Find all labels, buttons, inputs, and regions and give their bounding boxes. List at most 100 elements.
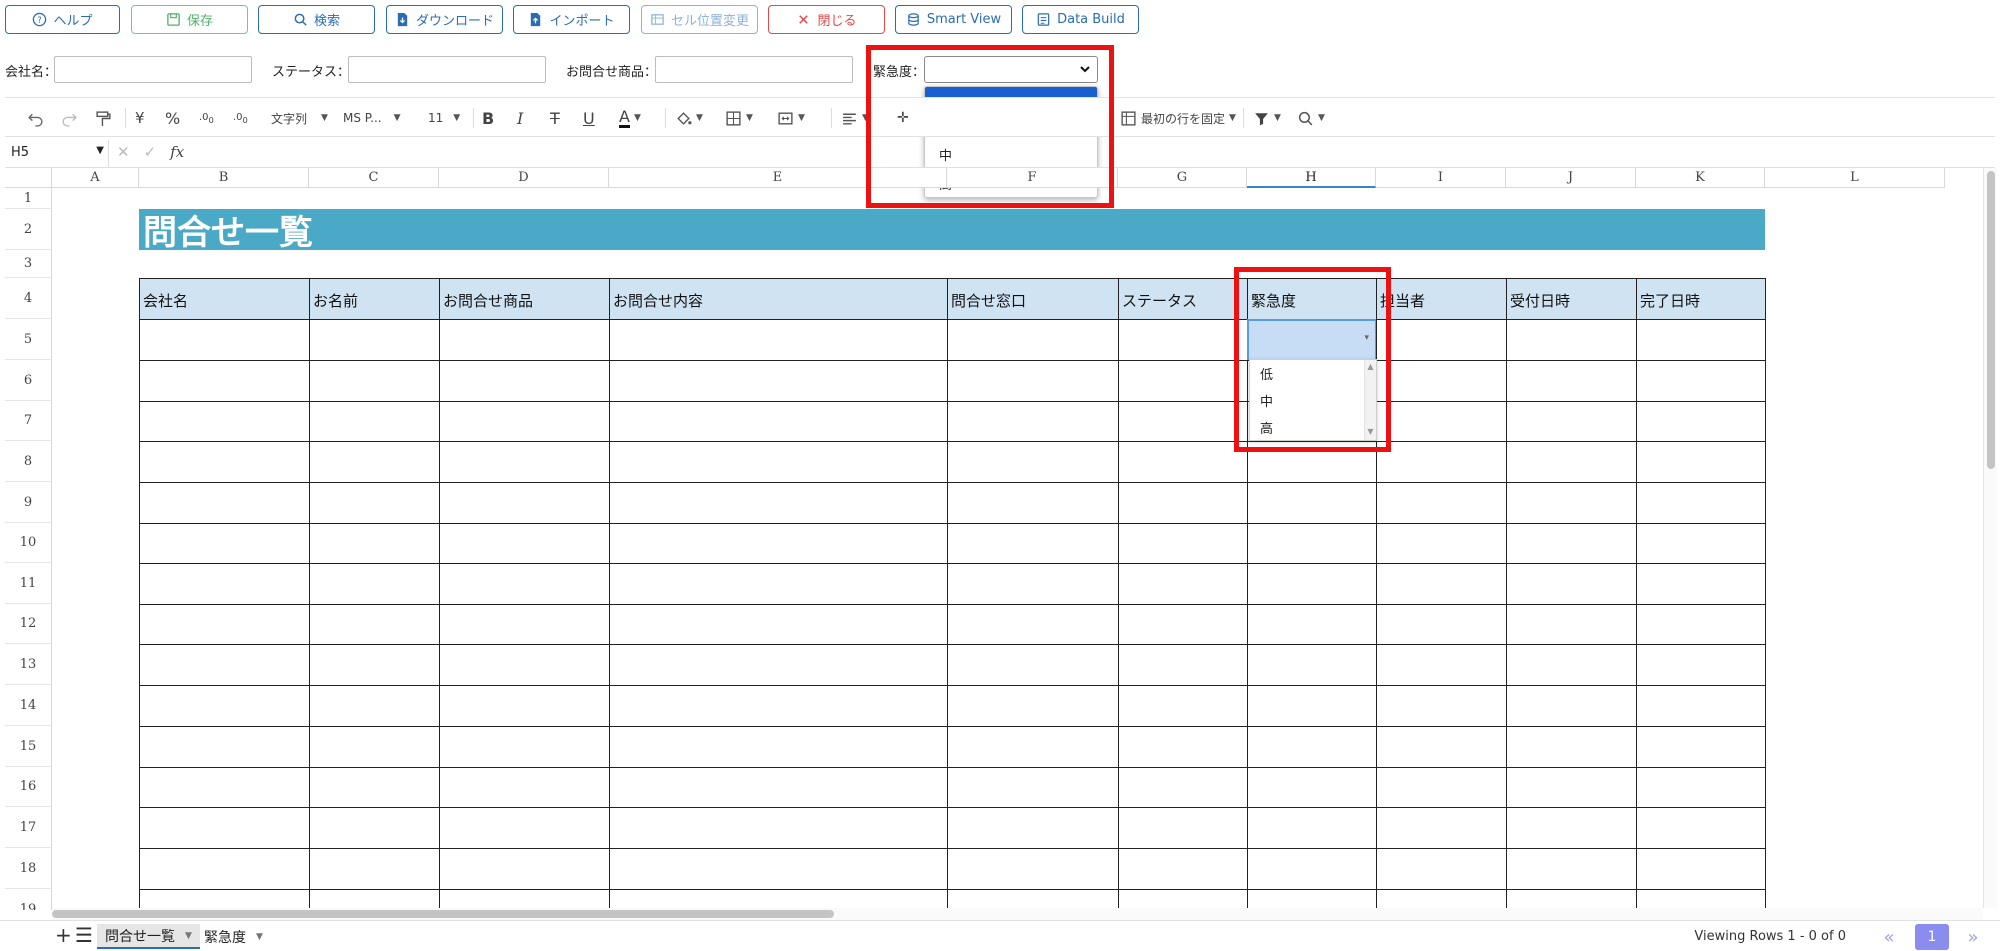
table-cell[interactable] (1376, 767, 1507, 808)
table-cell[interactable] (1118, 523, 1248, 564)
table-cell[interactable] (1376, 604, 1507, 645)
row-header-11[interactable]: 11 (5, 563, 52, 604)
table-cell[interactable] (139, 604, 310, 645)
table-cell[interactable] (1506, 726, 1637, 768)
percent-button[interactable]: % (165, 107, 180, 129)
table-cell[interactable] (1247, 685, 1377, 727)
table-cell[interactable] (1376, 848, 1507, 890)
table-cell[interactable] (1118, 767, 1248, 808)
table-cell[interactable] (1376, 319, 1507, 361)
number-format-select[interactable]: 文字列 ▼ (271, 107, 328, 129)
table-header-cell[interactable]: お問合せ商品 (439, 278, 610, 320)
strikethrough-button[interactable]: T (550, 107, 560, 129)
table-cell[interactable] (1247, 726, 1377, 768)
merge-cells-button[interactable]: ▼ (777, 107, 805, 129)
table-cell[interactable] (1118, 319, 1248, 361)
table-cell[interactable] (139, 644, 310, 686)
table-cell[interactable] (609, 767, 948, 808)
current-page-button[interactable]: 1 (1915, 924, 1949, 950)
table-header-cell[interactable]: お名前 (309, 278, 440, 320)
table-cell[interactable] (1247, 889, 1377, 910)
format-painter-button[interactable] (95, 107, 112, 129)
table-cell[interactable] (309, 360, 440, 402)
table-cell[interactable] (309, 441, 440, 483)
row-header-12[interactable]: 12 (5, 604, 52, 644)
table-cell[interactable] (947, 848, 1119, 890)
row-header-14[interactable]: 14 (5, 685, 52, 726)
table-cell[interactable] (139, 889, 310, 910)
table-cell[interactable] (1247, 563, 1377, 605)
table-cell[interactable] (609, 360, 948, 402)
table-header-cell[interactable]: ステータス (1118, 278, 1248, 320)
row-header-7[interactable]: 7 (5, 401, 52, 441)
table-cell[interactable] (947, 807, 1119, 849)
sheet-list-icon[interactable]: ☰ (75, 923, 93, 947)
table-header-cell[interactable]: 担当者 (1376, 278, 1507, 320)
table-cell[interactable] (1506, 848, 1637, 890)
table-cell[interactable] (1636, 807, 1766, 849)
table-cell[interactable] (1118, 807, 1248, 849)
table-cell[interactable] (1506, 767, 1637, 808)
table-cell[interactable] (609, 685, 948, 727)
redo-button[interactable] (61, 107, 78, 129)
table-header-cell[interactable]: 問合せ窓口 (947, 278, 1119, 320)
table-cell[interactable] (1376, 685, 1507, 727)
confirm-icon[interactable]: ✓ (144, 143, 157, 161)
table-cell[interactable] (947, 685, 1119, 727)
table-cell[interactable] (309, 563, 440, 605)
table-cell[interactable] (1636, 848, 1766, 890)
table-cell[interactable] (139, 441, 310, 483)
table-cell[interactable] (1506, 604, 1637, 645)
smart-view-button[interactable]: Smart View (895, 5, 1012, 34)
column-header-d[interactable]: D (439, 168, 609, 188)
table-cell[interactable] (309, 807, 440, 849)
table-cell[interactable] (1636, 889, 1766, 910)
table-cell[interactable] (1636, 482, 1766, 524)
table-cell[interactable] (947, 401, 1119, 442)
table-cell[interactable] (1636, 685, 1766, 727)
freeze-row-button[interactable]: 最初の行を固定 ▼ (1120, 107, 1236, 129)
table-cell[interactable] (1506, 441, 1637, 483)
table-cell[interactable] (439, 563, 610, 605)
table-cell[interactable] (1118, 441, 1248, 483)
table-cell[interactable] (1118, 685, 1248, 727)
table-cell[interactable] (1247, 644, 1377, 686)
column-header-j[interactable]: J (1506, 168, 1636, 188)
add-sheet-icon[interactable]: + (55, 923, 72, 947)
table-cell[interactable] (1376, 726, 1507, 768)
table-cell[interactable] (1118, 360, 1248, 402)
table-cell[interactable] (309, 482, 440, 524)
table-cell[interactable] (309, 767, 440, 808)
table-header-cell[interactable]: お問合せ内容 (609, 278, 948, 320)
row-header-15[interactable]: 15 (5, 726, 52, 767)
table-cell[interactable] (139, 360, 310, 402)
table-cell[interactable] (947, 441, 1119, 483)
table-cell[interactable] (609, 441, 948, 483)
fill-color-button[interactable]: ▼ (675, 107, 703, 129)
table-cell[interactable] (947, 889, 1119, 910)
column-header-c[interactable]: C (309, 168, 439, 188)
table-cell[interactable] (1118, 563, 1248, 605)
table-cell[interactable] (309, 644, 440, 686)
table-cell[interactable] (609, 848, 948, 890)
undo-button[interactable] (27, 107, 44, 129)
table-cell[interactable] (1247, 848, 1377, 890)
table-header-cell[interactable]: 受付日時 (1506, 278, 1637, 320)
table-cell[interactable] (1118, 644, 1248, 686)
table-cell[interactable] (1118, 848, 1248, 890)
table-cell[interactable] (439, 482, 610, 524)
horizontal-scrollbar[interactable] (52, 908, 1983, 920)
table-cell[interactable] (139, 726, 310, 768)
table-cell[interactable] (1636, 767, 1766, 808)
row-header-8[interactable]: 8 (5, 441, 52, 482)
table-cell[interactable] (439, 523, 610, 564)
table-cell[interactable] (1247, 604, 1377, 645)
table-header-cell[interactable]: 完了日時 (1636, 278, 1766, 320)
table-cell[interactable] (947, 319, 1119, 361)
company-input[interactable] (54, 56, 252, 83)
table-cell[interactable] (439, 441, 610, 483)
table-cell[interactable] (309, 889, 440, 910)
align-button[interactable]: ▼ (841, 107, 869, 129)
close-button[interactable]: 閉じる (768, 5, 885, 34)
table-cell[interactable] (1636, 523, 1766, 564)
